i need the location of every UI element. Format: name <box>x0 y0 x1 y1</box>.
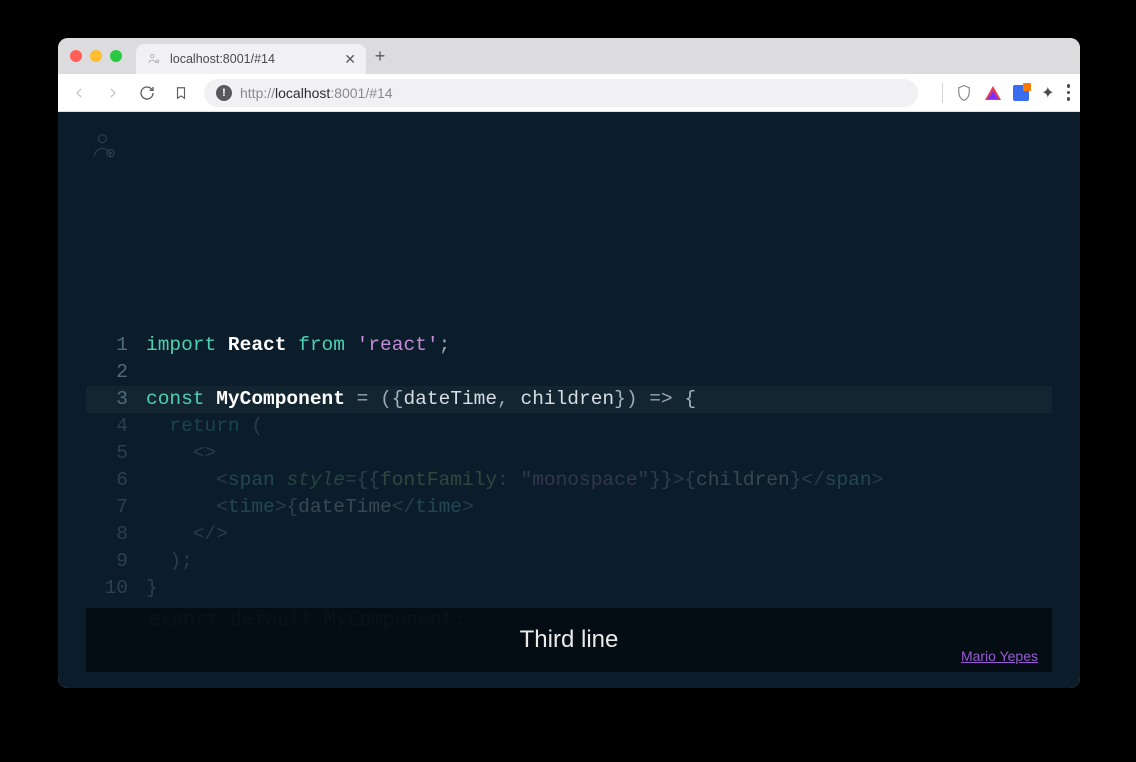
browser-window: localhost:8001/#14 ✕ + ! http://localhos… <box>58 38 1080 688</box>
brave-rewards-icon[interactable] <box>985 86 1001 100</box>
minimize-window-button[interactable] <box>90 50 102 62</box>
code-line: 2 <box>86 359 1052 386</box>
toolbar: ! http://localhost:8001/#14 ✦ <box>58 74 1080 112</box>
menu-button[interactable] <box>1067 84 1071 101</box>
code-line: 6 <span style={{fontFamily: "monospace"}… <box>86 467 1052 494</box>
tab-close-button[interactable]: ✕ <box>344 51 356 68</box>
presenter-icon <box>88 130 120 162</box>
tab-bar: localhost:8001/#14 ✕ + <box>58 38 1080 74</box>
code-line: 8 </> <box>86 521 1052 548</box>
maximize-window-button[interactable] <box>110 50 122 62</box>
slide-caption: Third line Mario Yepes <box>86 608 1052 672</box>
code-block: 1import React from 'react';23const MyCom… <box>86 332 1052 602</box>
code-line: 7 <time>{dateTime</time> <box>86 494 1052 521</box>
toolbar-right: ✦ <box>942 83 1070 103</box>
bookmark-button[interactable] <box>170 82 192 104</box>
code-line: 9 ); <box>86 548 1052 575</box>
url-text: http://localhost:8001/#14 <box>240 85 393 101</box>
site-info-icon[interactable]: ! <box>216 85 232 101</box>
brave-shields-icon[interactable] <box>955 84 973 102</box>
code-line: 1import React from 'react'; <box>86 332 1052 359</box>
code-line: 4 return ( <box>86 413 1052 440</box>
separator <box>942 83 943 103</box>
code-line: 3const MyComponent = ({dateTime, childre… <box>86 386 1052 413</box>
url-bar[interactable]: ! http://localhost:8001/#14 <box>204 79 918 107</box>
extensions-button[interactable]: ✦ <box>1041 83 1054 103</box>
extension-icon[interactable] <box>1013 85 1029 101</box>
tab-favicon <box>146 51 162 67</box>
tab-title: localhost:8001/#14 <box>170 52 336 66</box>
code-line: 5 <> <box>86 440 1052 467</box>
page-content: 1import React from 'react';23const MyCom… <box>58 112 1080 688</box>
caption-text: Third line <box>520 626 619 654</box>
reload-button[interactable] <box>136 82 158 104</box>
browser-tab[interactable]: localhost:8001/#14 ✕ <box>136 44 366 74</box>
new-tab-button[interactable]: + <box>366 46 394 67</box>
code-line: 10} <box>86 575 1052 602</box>
close-window-button[interactable] <box>70 50 82 62</box>
credit-link[interactable]: Mario Yepes <box>961 648 1038 664</box>
forward-button[interactable] <box>102 82 124 104</box>
back-button[interactable] <box>68 82 90 104</box>
window-controls <box>70 50 122 62</box>
